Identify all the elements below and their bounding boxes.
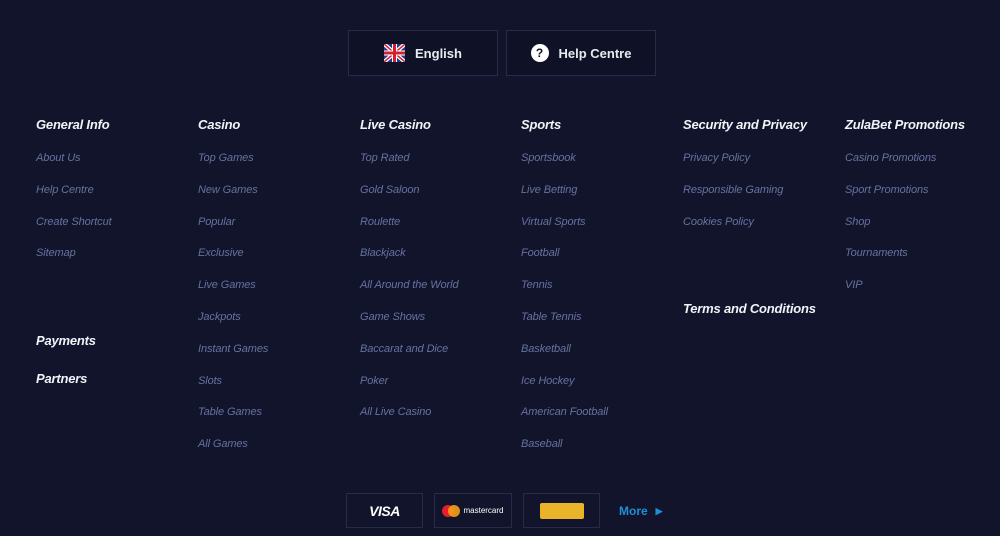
- partners-link[interactable]: Partners: [36, 371, 87, 386]
- footer-link[interactable]: Shop: [845, 215, 1000, 247]
- footer-link[interactable]: Popular: [198, 215, 358, 247]
- footer-column: Security and Privacy Privacy Policy Respon…: [683, 117, 843, 246]
- footer-link[interactable]: Basketball: [521, 342, 681, 374]
- footer-link[interactable]: Help Centre: [36, 183, 196, 215]
- footer-link[interactable]: Blackjack: [360, 246, 520, 278]
- footer-link[interactable]: Create Shortcut: [36, 215, 196, 247]
- footer-link[interactable]: Sport Promotions: [845, 183, 1000, 215]
- footer-column: ZulaBet Promotions Casino Promotions Sport…: [845, 117, 1000, 310]
- footer-link[interactable]: Jackpots: [198, 310, 358, 342]
- more-payments-button[interactable]: More ▶: [619, 504, 663, 518]
- footer-column: Sports Sportsbook Live Betting Virtual Spor…: [521, 117, 681, 469]
- footer-link[interactable]: Sitemap: [36, 246, 196, 278]
- footer-link[interactable]: Top Games: [198, 151, 358, 183]
- footer-link[interactable]: Tennis: [521, 278, 681, 310]
- uk-flag-icon: [384, 44, 406, 62]
- footer-link[interactable]: Live Games: [198, 278, 358, 310]
- footer-link[interactable]: New Games: [198, 183, 358, 215]
- column-title: General Info: [36, 117, 110, 132]
- more-label: More: [619, 504, 648, 518]
- footer-link[interactable]: Responsible Gaming: [683, 183, 843, 215]
- footer-link[interactable]: Casino Promotions: [845, 151, 1000, 183]
- language-button[interactable]: English: [348, 30, 498, 76]
- column-title: ZulaBet Promotions: [845, 117, 965, 132]
- question-icon: ?: [530, 44, 549, 62]
- payment-badge-logo: [523, 493, 600, 528]
- visa-logo: VISA: [346, 493, 423, 528]
- footer-link[interactable]: Cookies Policy: [683, 215, 843, 247]
- column-title: Casino: [198, 117, 241, 132]
- footer-column: General Info About Us Help Centre Create Sh…: [36, 117, 196, 278]
- footer-link[interactable]: All Games: [198, 437, 358, 469]
- footer-link[interactable]: Gold Saloon: [360, 183, 520, 215]
- footer-link[interactable]: Sportsbook: [521, 151, 681, 183]
- footer-link[interactable]: Live Betting: [521, 183, 681, 215]
- mastercard-icon: [442, 504, 461, 517]
- footer-link[interactable]: Roulette: [360, 215, 520, 247]
- footer-link[interactable]: Instant Games: [198, 342, 358, 374]
- help-centre-button[interactable]: ? Help Centre: [506, 30, 656, 76]
- column-title: Security and Privacy: [683, 117, 807, 132]
- footer-link[interactable]: Football: [521, 246, 681, 278]
- footer-link[interactable]: Privacy Policy: [683, 151, 843, 183]
- footer-link[interactable]: All Around the World: [360, 278, 520, 310]
- footer-link[interactable]: Table Tennis: [521, 310, 681, 342]
- payments-link[interactable]: Payments: [36, 333, 96, 348]
- footer-link[interactable]: Game Shows: [360, 310, 520, 342]
- arrow-right-icon: ▶: [655, 505, 663, 516]
- footer-link[interactable]: VIP: [845, 278, 1000, 310]
- footer-link[interactable]: Tournaments: [845, 246, 1000, 278]
- footer-link[interactable]: American Football: [521, 405, 681, 437]
- footer-link[interactable]: All Live Casino: [360, 405, 520, 437]
- footer-link[interactable]: Slots: [198, 374, 358, 406]
- footer-link[interactable]: Virtual Sports: [521, 215, 681, 247]
- footer-link[interactable]: Ice Hockey: [521, 374, 681, 406]
- help-centre-label: Help Centre: [558, 45, 632, 61]
- language-label: English: [415, 45, 462, 61]
- footer-link[interactable]: Baseball: [521, 437, 681, 469]
- column-title: Live Casino: [360, 117, 431, 132]
- terms-link[interactable]: Terms and Conditions: [683, 301, 816, 316]
- footer-column: Live Casino Top Rated Gold Saloon Roulette B…: [360, 117, 520, 437]
- column-title: Sports: [521, 117, 561, 132]
- footer-link[interactable]: Poker: [360, 374, 520, 406]
- footer-link[interactable]: Table Games: [198, 405, 358, 437]
- footer-link[interactable]: Exclusive: [198, 246, 358, 278]
- mastercard-logo: mastercard: [434, 493, 512, 528]
- footer-column: Casino Top Games New Games Popular Exclusive…: [198, 117, 358, 469]
- footer-link[interactable]: Top Rated: [360, 151, 520, 183]
- footer-link[interactable]: Baccarat and Dice: [360, 342, 520, 374]
- footer-link[interactable]: About Us: [36, 151, 196, 183]
